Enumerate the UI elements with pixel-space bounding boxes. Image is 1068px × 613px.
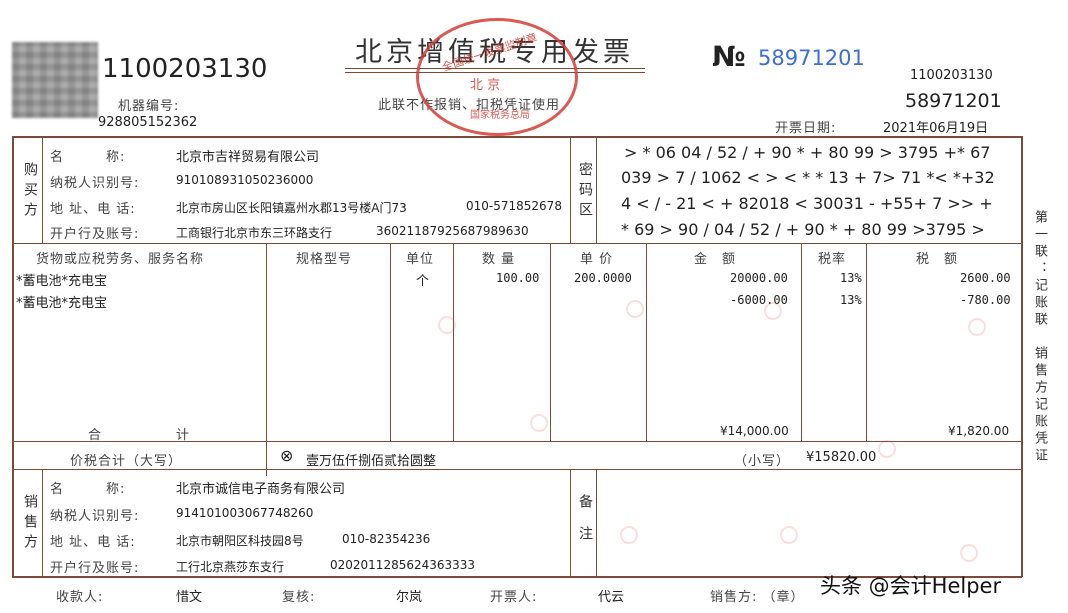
- seller-account: 0202011285624363333: [330, 558, 476, 572]
- payee-label: 收款人:: [56, 590, 104, 605]
- invoice-code: 1100203130: [102, 54, 268, 84]
- drawer-name: 代云: [598, 590, 625, 605]
- seller-tax-id-label: 纳税人识别号:: [50, 509, 140, 524]
- seller-stamp-label: 销售方: （章）: [710, 590, 805, 605]
- header-price: 单 价: [580, 252, 614, 267]
- total-label: 计: [176, 428, 191, 443]
- header-tax: 税 额: [916, 252, 959, 267]
- watermark-logo: [780, 526, 800, 544]
- table-row-unit: 个: [416, 274, 430, 289]
- buyer-side-label: 购买方: [22, 162, 38, 222]
- watermark-logo: [878, 440, 898, 458]
- buyer-phone: 010-571852678: [466, 199, 562, 213]
- grand-small-label: （小写）: [734, 454, 791, 469]
- watermark-logo: [530, 414, 550, 432]
- cipher-side-label: 密码区: [577, 162, 593, 222]
- total-amount: ¥14,000.00: [720, 424, 789, 438]
- watermark-logo: [764, 302, 784, 320]
- review-label: 复核:: [282, 590, 316, 605]
- grand-total-small: ¥15820.00: [806, 450, 877, 465]
- right-number: 58971201: [905, 90, 1002, 112]
- review-name: 尔岚: [396, 590, 423, 605]
- watermark-logo: [626, 300, 646, 318]
- seller-name: 北京市诚信电子商务有限公司: [176, 482, 346, 497]
- buyer-account: 36021187925687989630: [376, 224, 529, 238]
- table-row-amount: 20000.00: [730, 271, 788, 285]
- watermark-logo: [620, 526, 640, 544]
- buyer-bank: 工商银行北京市东三环路支行: [176, 226, 333, 240]
- seller-addr-label: 地 址、电 话:: [50, 535, 136, 550]
- buyer-tax-id-label: 纳税人识别号:: [50, 176, 140, 191]
- header-spec: 规格型号: [296, 252, 353, 267]
- right-code: 1100203130: [910, 68, 993, 83]
- header-unit: 单位: [406, 252, 435, 267]
- header-rate: 税率: [818, 252, 847, 267]
- seller-side-label: 销售方: [22, 494, 38, 554]
- grand-total-label: 价税合计（大写）: [70, 454, 183, 469]
- qr-code: [12, 42, 98, 118]
- date-label: 开票日期:: [775, 121, 837, 136]
- table-row-rate: 13%: [840, 271, 862, 285]
- payee-name: 惜文: [176, 590, 203, 605]
- machine-no-label: 机器编号:: [118, 99, 180, 114]
- watermark-text: 头条 @会计Helper: [820, 574, 1002, 598]
- header-qty: 数 量: [482, 252, 516, 267]
- seller-bank: 工行北京燕莎东支行: [176, 560, 285, 574]
- cipher-line: 039 > 7 / 1062 < > < * * 13 + 7> 71 *< *…: [621, 168, 995, 187]
- grand-total-uppercase: 壹万伍仟捌佰贰拾圆整: [306, 454, 437, 469]
- number-symbol: №: [712, 40, 746, 73]
- header-item-name: 货物或应税劳务、服务名称: [36, 252, 205, 267]
- table-row-tax: -780.00: [960, 293, 1011, 307]
- table-row-price: 200.0000: [574, 271, 632, 285]
- drawer-label: 开票人:: [490, 590, 538, 605]
- table-row-qty: 100.00: [496, 271, 540, 285]
- cipher-line: * 69 > 90 / 04 / 52 / + 90 * + 80 99 >37…: [621, 220, 985, 239]
- buyer-name: 北京市吉祥贸易有限公司: [176, 150, 320, 165]
- table-row-name: *蓄电池*充电宝: [16, 296, 108, 311]
- header-amount: 金 额: [694, 252, 737, 267]
- seal-middle-text: 北 京: [470, 78, 501, 93]
- buyer-name-label: 名 称:: [50, 150, 126, 165]
- buyer-bank-label: 开户行及账号:: [50, 227, 140, 242]
- watermark-logo: [968, 318, 988, 336]
- seal-bottom-text: 国家税务总局: [470, 110, 530, 121]
- cipher-line: > * 06 04 / 52 / + 90 * + 80 99 > 3795 +…: [624, 143, 991, 162]
- table-row-tax: 2600.00: [960, 271, 1011, 285]
- table-row-name: *蓄电池*充电宝: [16, 274, 108, 289]
- watermark-logo: [438, 316, 458, 334]
- invoice-number: 58971201: [758, 46, 865, 70]
- total-label: 合: [88, 428, 103, 443]
- seller-address: 北京市朝阳区科技园8号: [176, 534, 304, 548]
- seller-bank-label: 开户行及账号:: [50, 561, 140, 576]
- cipher-line: 4 < / - 21 < + 82018 < 30031 - +55+ 7 >>…: [621, 194, 993, 213]
- seller-name-label: 名 称:: [50, 482, 126, 497]
- remarks-label: 备注: [577, 494, 593, 558]
- seller-phone: 010-82354236: [342, 532, 431, 546]
- seller-tax-id: 914101003067748260: [176, 506, 314, 520]
- buyer-tax-id: 910108931050236000: [176, 173, 314, 187]
- total-tax: ¥1,820.00: [948, 424, 1010, 438]
- buyer-address: 北京市房山区长阳镇嘉州水郡13号楼A门73: [176, 201, 407, 215]
- machine-no: 928805152362: [98, 115, 198, 130]
- issue-date: 2021年06月19日: [883, 121, 989, 136]
- watermark-logo: [960, 544, 980, 562]
- cancel-circle-icon: ⊗: [280, 446, 294, 465]
- copy-note: 第一联：记账联 销售方记账凭证: [1032, 210, 1047, 465]
- buyer-addr-label: 地 址、电 话:: [50, 202, 136, 217]
- table-row-rate: 13%: [840, 293, 862, 307]
